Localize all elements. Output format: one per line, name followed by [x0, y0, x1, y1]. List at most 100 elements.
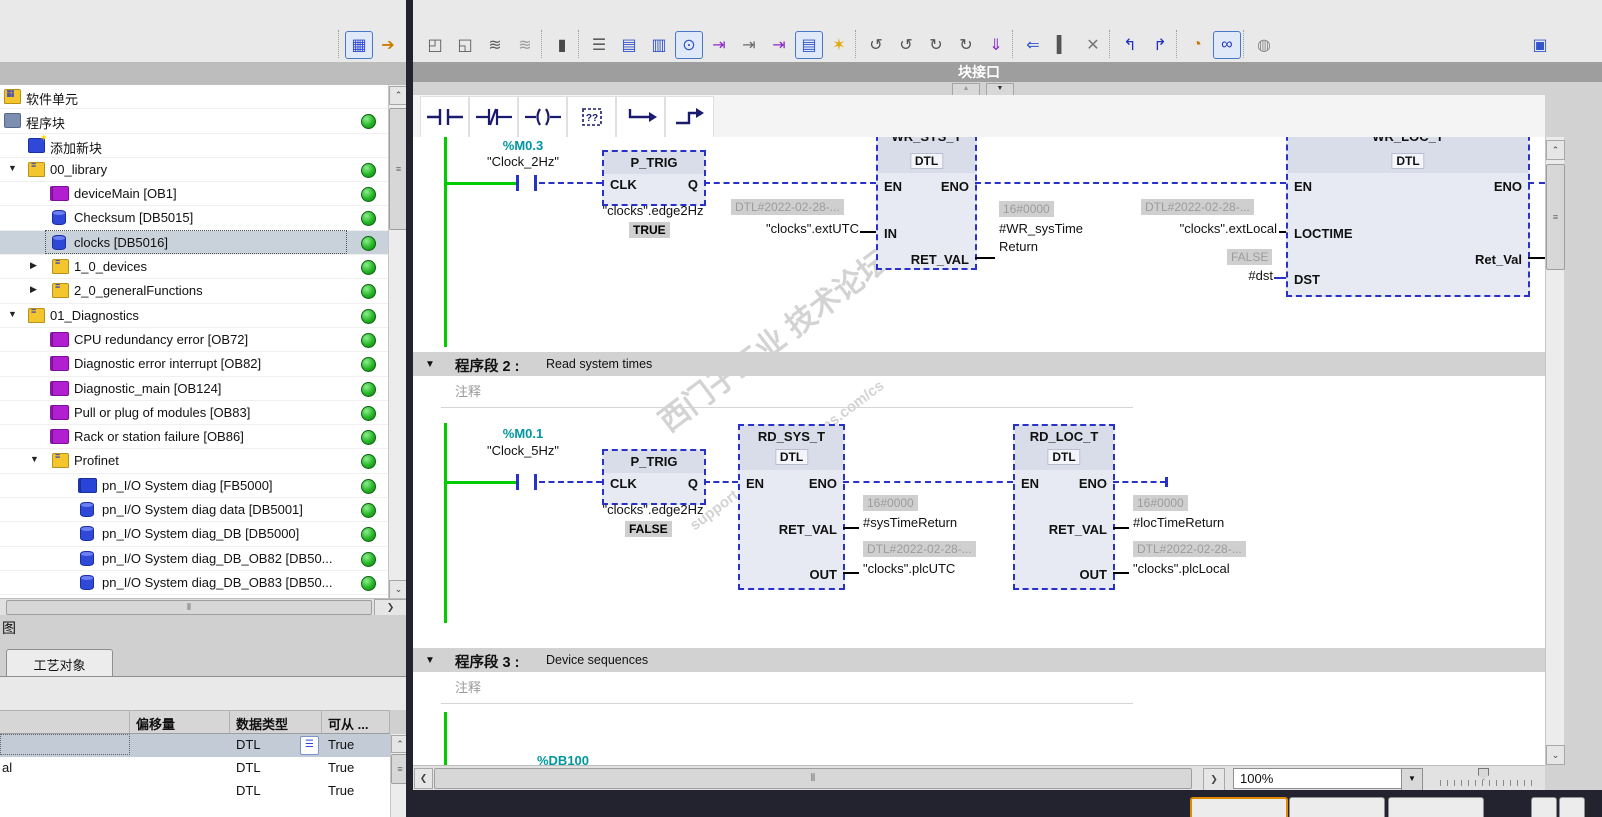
insert-network-icon[interactable]: ◰	[421, 31, 449, 59]
panel-splitter[interactable]	[406, 0, 413, 817]
export-forward-icon[interactable]: ➔	[374, 31, 402, 59]
block-type[interactable]: DTL	[909, 153, 944, 169]
collapse-arrow-icon[interactable]: ▼	[8, 163, 17, 173]
show-operands-icon[interactable]: ⇥	[705, 31, 733, 59]
redo-save-icon[interactable]: ↻	[922, 31, 950, 59]
editor-scroll-down-icon[interactable]: ⌄	[1546, 745, 1565, 765]
ret-operand[interactable]: #sysTimeReturn	[863, 515, 957, 530]
tree-item-1-0-devices[interactable]: ▶ 1_0_devices	[0, 255, 388, 280]
editor-scroll-up-icon[interactable]: ⌃	[1546, 140, 1565, 160]
tree-item-rack-or-station-failure-ob86-[interactable]: Rack or station failure [OB86]	[0, 425, 388, 450]
favorite-nc-contact-icon[interactable]	[469, 96, 518, 138]
datatype-dropdown-icon[interactable]: ☰	[300, 736, 319, 755]
collapse-arrow-icon[interactable]: ▼	[425, 359, 435, 370]
favorite-no-contact-icon[interactable]	[420, 96, 469, 138]
operand-absolute-icon[interactable]: ⇥	[765, 31, 793, 59]
contact-operand[interactable]: "Clock_5Hz"	[453, 443, 593, 458]
pin-eno[interactable]: ENO	[941, 179, 969, 194]
tree-scroll-right-icon[interactable]: ❯	[374, 599, 407, 616]
bottom-tab[interactable]	[1559, 797, 1585, 817]
network-description[interactable]: Read system times	[546, 357, 652, 371]
favorite-coil-icon[interactable]	[518, 96, 567, 138]
undo-discard-icon[interactable]: ↺	[862, 31, 890, 59]
pin-q[interactable]: Q	[688, 476, 698, 491]
ret-operand[interactable]: Return	[999, 239, 1038, 254]
bottom-tab[interactable]	[1531, 797, 1557, 817]
table-row[interactable]	[0, 803, 390, 817]
pin-ret-val[interactable]: Ret_Val	[1475, 252, 1522, 267]
tree-item-diagnostic-error-interrupt-ob82-[interactable]: Diagnostic error interrupt [OB82]	[0, 352, 388, 377]
monitoring-toggle-icon[interactable]: ∞	[1213, 31, 1241, 59]
remove-jump-icon[interactable]: ✕	[1079, 31, 1107, 59]
tree-item-checksum-db5015-[interactable]: Checksum [DB5015]	[0, 206, 388, 231]
delete-network-icon[interactable]: ◱	[451, 31, 479, 59]
block-type[interactable]: DTL	[1047, 449, 1081, 465]
network-description[interactable]: Device sequences	[546, 653, 648, 667]
download-block-icon[interactable]: ⇓	[982, 31, 1010, 59]
pin-out[interactable]: OUT	[810, 567, 837, 582]
editor-hscroll-thumb[interactable]: ⦀	[434, 768, 1192, 789]
collapse-arrow-icon[interactable]: ▼	[30, 454, 39, 464]
col-header-name[interactable]	[0, 710, 130, 734]
table-row[interactable]: al DTL True	[0, 757, 390, 781]
wr-sys-t-block[interactable]: WR_SYS_T DTL EN ENO IN RET_VAL	[876, 137, 977, 270]
tree-item-pn-i-o-system-diag-db-ob83-db50-[interactable]: pn_I/O System diag_DB_OB83 [DB50...	[0, 571, 388, 596]
tree-item-devicemain-ob1-[interactable]: deviceMain [OB1]	[0, 182, 388, 207]
tree-item--[interactable]: 软件单元	[0, 85, 388, 110]
pin-ret-val[interactable]: RET_VAL	[1049, 522, 1107, 537]
tree-item-00-library[interactable]: ▼ 00_library	[0, 158, 388, 183]
tree-item-cpu-redundancy-error-ob72-[interactable]: CPU redundancy error [OB72]	[0, 328, 388, 353]
tree-item-2-0-generalfunctions[interactable]: ▶ 2_0_generalFunctions	[0, 279, 388, 304]
favorite-open-branch-icon[interactable]	[616, 96, 665, 138]
ptrig-operand[interactable]: "clocks".edge2Hz	[563, 502, 743, 517]
data-snapshot-icon[interactable]: ◍	[1250, 31, 1278, 59]
pin-en[interactable]: EN	[1021, 476, 1039, 491]
loctime-operand[interactable]: "clocks".extLocal	[1131, 221, 1277, 236]
network-comments-icon[interactable]: ⊙	[675, 31, 703, 59]
tree-item--[interactable]: 程序块	[0, 109, 388, 134]
out-operand[interactable]: "clocks".plcUTC	[863, 561, 955, 576]
ret-operand[interactable]: #WR_sysTime	[999, 221, 1083, 236]
undo-all-icon[interactable]: ↺	[892, 31, 920, 59]
pin-ret-val[interactable]: RET_VAL	[779, 522, 837, 537]
wr-loc-t-block[interactable]: WR_LOC_T DTL EN ENO LOCTIME Ret_Val DST	[1286, 137, 1530, 297]
redo-all-icon[interactable]: ↻	[952, 31, 980, 59]
pin-en[interactable]: EN	[884, 179, 902, 194]
dst-operand[interactable]: #dst	[1221, 268, 1273, 283]
pin-q[interactable]: Q	[688, 177, 698, 192]
tree-item--[interactable]: 添加新块	[0, 133, 388, 158]
zoom-dropdown-icon[interactable]: ▼	[1401, 768, 1423, 791]
expand-arrow-icon[interactable]: ▶	[30, 260, 37, 271]
task-card-icon[interactable]: ▣	[1526, 31, 1554, 59]
tree-item-pull-or-plug-of-modules-ob83-[interactable]: Pull or plug of modules [OB83]	[0, 401, 388, 426]
pin-loctime[interactable]: LOCTIME	[1294, 226, 1353, 241]
favorite-empty-box-icon[interactable]: ??	[567, 96, 616, 138]
pin-in[interactable]: IN	[884, 226, 897, 241]
delete-row-icon[interactable]: ≋	[511, 31, 539, 59]
tree-item-clocks-db5016-[interactable]: clocks [DB5016]	[0, 229, 388, 256]
tree-item-01-diagnostics[interactable]: ▼ 01_Diagnostics	[0, 304, 388, 328]
drag-element-icon[interactable]: ▮	[548, 31, 576, 59]
network-2-header[interactable]: ▼ 程序段 2 : Read system times	[413, 352, 1545, 376]
pin-out[interactable]: OUT	[1080, 567, 1107, 582]
col-header-offset[interactable]: 偏移量	[130, 710, 230, 734]
contact-symbol[interactable]	[516, 175, 519, 191]
favorite-close-branch-icon[interactable]	[665, 96, 714, 138]
col-header-accessible[interactable]: 可从 ...	[322, 710, 390, 734]
rd-loc-t-block[interactable]: RD_LOC_T DTL EN ENO RET_VAL OUT	[1013, 424, 1115, 590]
table-row[interactable]: DTL True ☰	[0, 734, 390, 758]
block-interface-bar[interactable]: 块接口	[413, 62, 1545, 82]
pin-clk[interactable]: CLK	[610, 177, 637, 192]
out-operand[interactable]: "clocks".plcLocal	[1133, 561, 1230, 576]
editor-scroll-right-icon[interactable]: ❯	[1203, 768, 1225, 791]
network-list-icon[interactable]: ☰	[585, 31, 613, 59]
tree-item-diagnostic-main-ob124-[interactable]: Diagnostic_main [OB124]	[0, 377, 388, 401]
ptrig-block[interactable]: P_TRIG CLK Q	[602, 150, 706, 206]
bottom-tab[interactable]	[1289, 797, 1385, 817]
tree-hscroll-thumb[interactable]: ⦀	[6, 600, 372, 615]
ret-operand[interactable]: #locTimeReturn	[1133, 515, 1224, 530]
tree-item-pn-i-o-system-diag-fb5000-[interactable]: pn_I/O System diag [FB5000]	[0, 474, 388, 499]
detail-view-toggle-icon[interactable]: ▦	[345, 31, 373, 59]
col-header-datatype[interactable]: 数据类型	[230, 710, 322, 734]
jump-back-icon[interactable]: ↰	[1116, 31, 1144, 59]
